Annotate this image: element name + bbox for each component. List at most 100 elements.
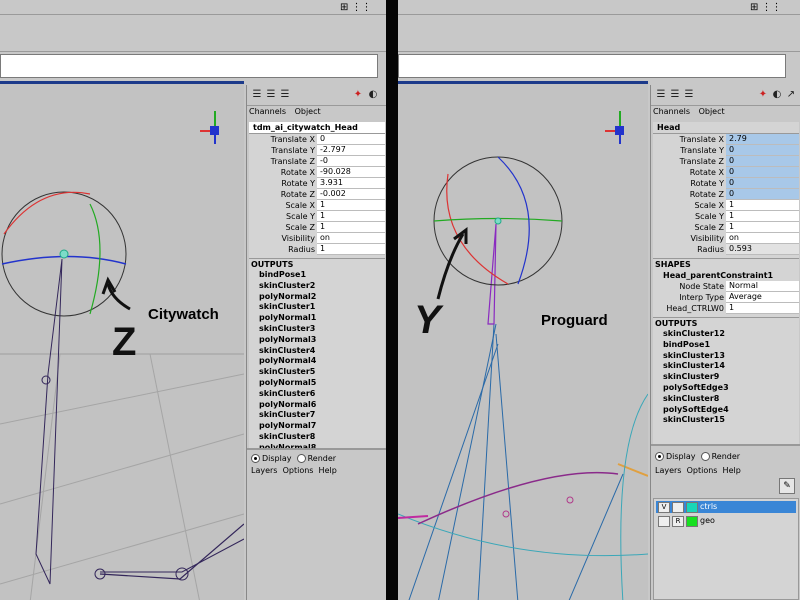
menu-help[interactable]: Help bbox=[319, 466, 337, 475]
command-line-field[interactable] bbox=[398, 54, 786, 78]
channel-value-field[interactable]: 0 bbox=[726, 156, 799, 167]
viewport-proguard[interactable]: Proguard Y bbox=[398, 81, 648, 600]
output-node-item[interactable]: skinCluster9 bbox=[653, 372, 799, 383]
output-node-item[interactable]: bindPose1 bbox=[249, 270, 385, 281]
channel-row[interactable]: Rotate Y 3.931 bbox=[249, 178, 385, 189]
output-node-item[interactable]: skinCluster1 bbox=[249, 302, 385, 313]
toolbar-icons[interactable]: ⊞ ⋮⋮ bbox=[750, 2, 782, 13]
output-node-item[interactable]: skinCluster15 bbox=[653, 415, 799, 426]
channel-value-field[interactable]: -0.002 bbox=[317, 189, 385, 200]
output-node-item[interactable]: polyNormal3 bbox=[249, 335, 385, 346]
channel-value-field[interactable]: on bbox=[317, 233, 385, 244]
channel-row[interactable]: Translate Y -2.797 bbox=[249, 145, 385, 156]
viewport-citywatch[interactable]: Citywatch Z bbox=[0, 81, 244, 600]
channel-row[interactable]: Radius 0.593 bbox=[653, 244, 799, 255]
layer-color-swatch[interactable] bbox=[686, 516, 698, 527]
channel-value-field[interactable]: 0 bbox=[726, 167, 799, 178]
output-node-item[interactable]: polyNormal7 bbox=[249, 421, 385, 432]
node-name[interactable]: Head bbox=[653, 122, 799, 134]
channel-row[interactable]: Rotate Z0 bbox=[653, 189, 799, 200]
channel-value-field[interactable]: 0 bbox=[726, 145, 799, 156]
list-icon[interactable]: ☰ bbox=[265, 88, 277, 101]
channel-row[interactable]: Visibility on bbox=[249, 233, 385, 244]
output-node-item[interactable]: skinCluster3 bbox=[249, 324, 385, 335]
channel-row[interactable]: Translate Y0 bbox=[653, 145, 799, 156]
render-toggle[interactable] bbox=[672, 502, 684, 513]
output-node-item[interactable]: skinCluster12 bbox=[653, 329, 799, 340]
menu-channels[interactable]: Channels bbox=[249, 107, 286, 116]
menu-layers[interactable]: Layers bbox=[251, 466, 277, 475]
arrow-icon[interactable]: ↗ bbox=[785, 88, 797, 101]
output-node-item[interactable]: skinCluster8 bbox=[249, 432, 385, 443]
channel-value-field[interactable]: 1 bbox=[726, 303, 799, 314]
output-node-item[interactable]: skinCluster5 bbox=[249, 367, 385, 378]
channel-row[interactable]: Interp Type Average bbox=[653, 292, 799, 303]
channel-value-field[interactable]: 0 bbox=[726, 178, 799, 189]
channel-row[interactable]: Head_CTRLW0 1 bbox=[653, 303, 799, 314]
channel-row[interactable]: Scale X1 bbox=[249, 200, 385, 211]
channel-value-field[interactable]: Normal bbox=[726, 281, 799, 292]
layer-color-swatch[interactable] bbox=[686, 502, 698, 513]
node-name[interactable]: tdm_ai_citywatch_Head bbox=[249, 122, 385, 134]
toggle-icon[interactable]: ◐ bbox=[367, 88, 379, 101]
menu-object[interactable]: Object bbox=[699, 107, 725, 116]
output-node-item[interactable]: polySoftEdge4 bbox=[653, 405, 799, 416]
channel-row[interactable]: Node State Normal bbox=[653, 281, 799, 292]
channel-value-field[interactable]: 1 bbox=[726, 222, 799, 233]
output-node-item[interactable]: skinCluster7 bbox=[249, 410, 385, 421]
list-icon[interactable]: ☰ bbox=[683, 88, 695, 101]
channel-row[interactable]: Radius 1 bbox=[249, 244, 385, 255]
channel-row[interactable]: Rotate X -90.028 bbox=[249, 167, 385, 178]
channel-value-field[interactable]: 1 bbox=[726, 211, 799, 222]
output-node-item[interactable]: skinCluster6 bbox=[249, 389, 385, 400]
list-icon[interactable]: ☰ bbox=[279, 88, 291, 101]
output-node-item[interactable]: polyNormal1 bbox=[249, 313, 385, 324]
channel-row[interactable]: Scale Y1 bbox=[249, 211, 385, 222]
list-icon[interactable]: ☰ bbox=[655, 88, 667, 101]
layer-row-ctrls[interactable]: V ctrls bbox=[656, 501, 796, 513]
shape-name[interactable]: Head_parentConstraint1 bbox=[653, 270, 799, 281]
channel-value-field[interactable]: -2.797 bbox=[317, 145, 385, 156]
channel-value-field[interactable]: Average bbox=[726, 292, 799, 303]
menu-layers[interactable]: Layers bbox=[655, 466, 681, 475]
render-toggle[interactable]: R bbox=[672, 516, 684, 527]
channel-row[interactable]: Scale Z1 bbox=[249, 222, 385, 233]
output-node-item[interactable]: polyNormal6 bbox=[249, 400, 385, 411]
channel-value-field[interactable]: -90.028 bbox=[317, 167, 385, 178]
output-node-item[interactable]: bindPose1 bbox=[653, 340, 799, 351]
channel-row[interactable]: Scale Z1 bbox=[653, 222, 799, 233]
menu-help[interactable]: Help bbox=[723, 466, 741, 475]
output-node-item[interactable]: skinCluster14 bbox=[653, 361, 799, 372]
channel-row[interactable]: Translate X 2.79 bbox=[653, 134, 799, 145]
channel-value-field[interactable]: 0.593 bbox=[726, 244, 799, 255]
manipulator-icon[interactable]: ✦ bbox=[757, 88, 769, 101]
visibility-toggle[interactable] bbox=[658, 516, 670, 527]
channel-row[interactable]: Scale Y1 bbox=[653, 211, 799, 222]
menu-options[interactable]: Options bbox=[283, 466, 314, 475]
display-radio[interactable] bbox=[251, 454, 260, 463]
list-icon[interactable]: ☰ bbox=[251, 88, 263, 101]
output-node-item[interactable]: skinCluster4 bbox=[249, 346, 385, 357]
output-node-item[interactable]: skinCluster13 bbox=[653, 351, 799, 362]
manipulator-icon[interactable]: ✦ bbox=[352, 88, 364, 101]
list-icon[interactable]: ☰ bbox=[669, 88, 681, 101]
channel-value-field[interactable]: 2.79 bbox=[726, 134, 799, 145]
output-node-item[interactable]: skinCluster2 bbox=[249, 281, 385, 292]
layer-row-geo[interactable]: R geo bbox=[656, 515, 796, 527]
channel-row[interactable]: Translate X0 bbox=[249, 134, 385, 145]
render-radio[interactable] bbox=[700, 452, 710, 461]
channel-row[interactable]: Translate Z -0 bbox=[249, 156, 385, 167]
output-node-item[interactable]: polySoftEdge3 bbox=[653, 383, 799, 394]
command-line-field[interactable] bbox=[0, 54, 378, 78]
channel-value-field[interactable]: 0 bbox=[726, 189, 799, 200]
output-node-item[interactable]: skinCluster8 bbox=[653, 394, 799, 405]
channel-value-field[interactable]: 1 bbox=[317, 244, 385, 255]
channel-value-field[interactable]: 3.931 bbox=[317, 178, 385, 189]
channel-value-field[interactable]: 1 bbox=[726, 200, 799, 211]
channel-value-field[interactable]: -0 bbox=[317, 156, 385, 167]
channel-value-field[interactable]: 1 bbox=[317, 200, 385, 211]
menu-options[interactable]: Options bbox=[687, 466, 718, 475]
output-node-item[interactable]: polyNormal4 bbox=[249, 356, 385, 367]
channel-value-field[interactable]: 1 bbox=[317, 211, 385, 222]
new-layer-icon[interactable]: ✎ bbox=[779, 478, 795, 494]
